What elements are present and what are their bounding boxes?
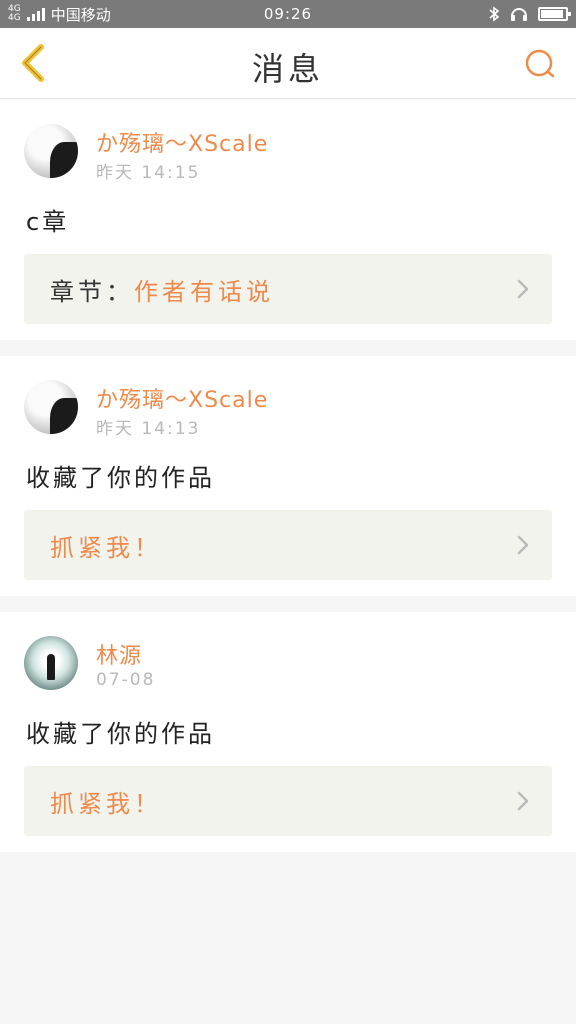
chevron-right-icon — [517, 791, 529, 811]
message-time: 昨天 14:15 — [96, 163, 201, 183]
chapter-link[interactable]: 章节： 作者有话说 — [24, 254, 552, 324]
message-card: か殇璃〜XScale 昨天 14:15 c章 章节： 作者有话说 — [0, 100, 576, 340]
message-text: c章 — [26, 208, 70, 236]
work-link[interactable]: 抓紧我！ — [24, 766, 552, 836]
work-link[interactable]: 抓紧我！ — [24, 510, 552, 580]
user-name[interactable]: か殇璃〜XScale — [96, 126, 268, 158]
avatar-tunnel-figure-icon[interactable] — [24, 636, 78, 690]
message-card: か殇璃〜XScale 昨天 14:13 收藏了你的作品 抓紧我！ — [0, 356, 576, 596]
message-text: 收藏了你的作品 — [26, 720, 215, 748]
status-left: 4G 4G 中国移动 — [8, 4, 111, 25]
network-type-bottom: 4G — [8, 13, 21, 23]
user-name[interactable]: 林源 — [96, 638, 142, 670]
battery-icon — [538, 7, 571, 21]
chevron-right-icon — [517, 279, 529, 299]
chevron-right-icon — [517, 535, 529, 555]
message-text: 收藏了你的作品 — [26, 464, 215, 492]
work-title: 抓紧我！ — [50, 533, 162, 562]
search-button[interactable] — [518, 42, 562, 86]
headset-icon — [511, 8, 527, 21]
status-right — [488, 6, 571, 22]
message-time: 昨天 14:13 — [96, 419, 201, 439]
signal-strength-icon — [26, 7, 45, 21]
user-name[interactable]: か殇璃〜XScale — [96, 382, 268, 414]
avatar-grey-portrait-icon[interactable] — [24, 124, 78, 178]
header: 消息 — [0, 28, 576, 99]
page-title: 消息 — [251, 50, 324, 88]
status-bar: 4G 4G 中国移动 — [0, 0, 576, 28]
chapter-title: 作者有话说 — [134, 277, 274, 306]
bluetooth-icon — [489, 6, 500, 22]
avatar-grey-portrait-icon[interactable] — [24, 380, 78, 434]
message-card: 林源 07-08 收藏了你的作品 抓紧我！ — [0, 612, 576, 852]
work-title: 抓紧我！ — [50, 789, 162, 818]
message-time: 07-08 — [96, 670, 156, 690]
network-type-badge: 4G 4G — [8, 5, 21, 23]
chapter-label: 章节： — [50, 277, 134, 306]
carrier-name: 中国移动 — [50, 5, 111, 24]
search-icon — [525, 49, 555, 78]
